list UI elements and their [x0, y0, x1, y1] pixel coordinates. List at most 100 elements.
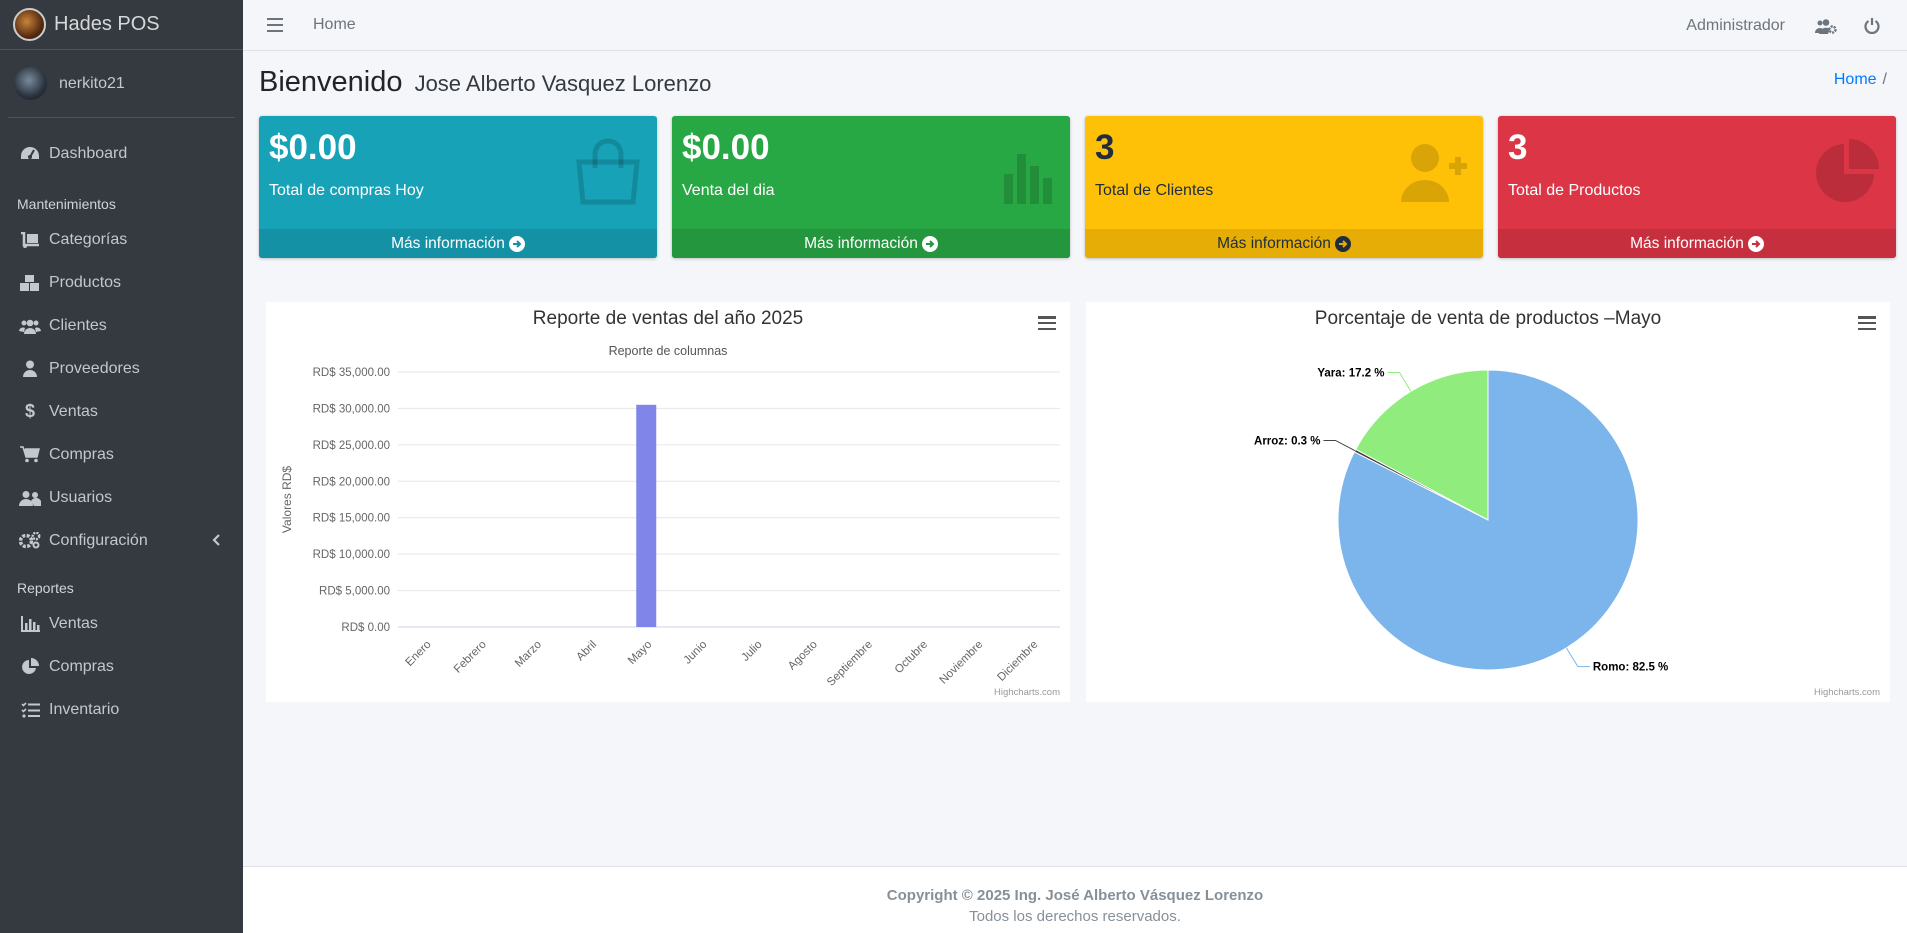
breadcrumb-home[interactable]: Home [1834, 71, 1877, 88]
sidebar-item-usuarios[interactable]: Usuarios [0, 476, 243, 519]
x-tick-label: Agosto [786, 639, 820, 673]
box-value: 3 [1508, 128, 1528, 167]
chart-credit[interactable]: Highcharts.com [1814, 687, 1880, 698]
user-icon [19, 360, 41, 378]
sidebar-item-label: Ventas [49, 402, 98, 420]
y-tick-label: RD$ 35,000.00 [313, 367, 390, 379]
sidebar-item-inventario[interactable]: Inventario [0, 688, 243, 731]
user-panel[interactable]: nerkito21 [8, 50, 235, 118]
sidebar-item-label: Ventas [49, 614, 98, 632]
small-box-ventas: $0.00 Venta del dia Más información [672, 116, 1070, 258]
x-tick-label: Julio [739, 639, 764, 664]
bar-chart-icon [19, 615, 41, 633]
arrow-circle-right-icon [1334, 235, 1351, 252]
sidebar-nav: Dashboard [0, 118, 243, 176]
sidebar-item-ventas[interactable]: $ Ventas [0, 390, 243, 433]
y-tick-label: RD$ 10,000.00 [313, 549, 390, 561]
y-axis-title: Valores RD$ [280, 466, 294, 533]
chevron-left-icon [212, 533, 221, 546]
pie-chart-icon [19, 657, 41, 676]
sidebar-item-reporte-ventas[interactable]: Ventas [0, 602, 243, 645]
sidebar-item-configuracion[interactable]: Configuración [0, 519, 243, 562]
pie-connector [1387, 372, 1412, 392]
page-title: Bienvenido Jose Alberto Vasquez Lorenzo [259, 66, 711, 99]
tasks-icon [19, 701, 41, 719]
box-link-label: Más información [1217, 234, 1331, 252]
nav-home-link[interactable]: Home [313, 16, 356, 34]
box-label: Total de compras Hoy [269, 182, 424, 199]
box-label: Total de Clientes [1095, 182, 1214, 199]
sidebar-item-label: Proveedores [49, 359, 140, 377]
pie-connector [1323, 439, 1356, 452]
avatar [14, 67, 47, 100]
sidebar-item-label: Usuarios [49, 488, 113, 506]
sidebar-item-proveedores[interactable]: Proveedores [0, 347, 243, 390]
user-plus-icon [1399, 136, 1469, 206]
sidebar-item-reporte-compras[interactable]: Compras [0, 645, 243, 688]
power-off-icon[interactable] [1861, 17, 1883, 35]
box-more-info-link[interactable]: Más información [1498, 229, 1896, 258]
sidebar-item-compras[interactable]: Compras [0, 433, 243, 476]
arrow-circle-right-icon [921, 235, 938, 252]
sidebar-nav-mantenimientos: Categorías Productos Clientes Proveedore… [0, 218, 243, 562]
sidebar-item-label: Configuración [49, 531, 148, 549]
box-more-info-link[interactable]: Más información [259, 229, 657, 258]
box-label: Venta del dia [682, 182, 775, 199]
x-tick-label: Junio [682, 639, 710, 667]
x-tick-label: Mayo [626, 639, 654, 667]
users-icon [19, 317, 41, 335]
page-subtitle: Jose Alberto Vasquez Lorenzo [414, 71, 712, 96]
sidebar-item-productos[interactable]: Productos [0, 261, 243, 304]
box-more-info-link[interactable]: Más información [672, 229, 1070, 258]
arrow-circle-right-icon [508, 235, 525, 252]
user-role-label[interactable]: Administrador [1686, 17, 1785, 35]
dollar-icon: $ [24, 401, 35, 421]
shopping-bag-icon [573, 136, 643, 206]
x-tick-label: Septiembre [825, 639, 875, 689]
breadcrumb: Home / [1834, 71, 1887, 89]
sidebar-item-label: Categorías [49, 230, 128, 248]
sidebar-item-label: Inventario [49, 700, 120, 718]
nav-header-mantenimientos: Mantenimientos [17, 196, 116, 212]
small-box-productos: 3 Total de Productos Más información [1498, 116, 1896, 258]
pie-chart: Yara: 17.2 % Arroz: 0.3 % Romo: 82.5 % [1254, 368, 1668, 674]
brand-link[interactable]: Hades POS [0, 0, 243, 50]
boxes-icon [19, 274, 41, 292]
chart-credit[interactable]: Highcharts.com [994, 687, 1060, 698]
user-name[interactable]: nerkito21 [59, 75, 125, 93]
pie-chart-icon [1812, 136, 1882, 206]
pie-connector [1565, 647, 1590, 668]
footer: Copyright © 2025 Ing. José Alberto Vásqu… [243, 866, 1907, 933]
sidebar-item-categorias[interactable]: Categorías [0, 218, 243, 261]
sidebar-item-label: Compras [49, 657, 114, 675]
bar-chart: RD$ 35,000.00 RD$ 30,000.00 RD$ 25,000.00 R… [280, 367, 1060, 689]
pie-data-label: Arroz: 0.3 % [1254, 435, 1320, 447]
small-box-compras: $0.00 Total de compras Hoy Más informaci… [259, 116, 657, 258]
bar-chart-icon [986, 136, 1056, 206]
cart-icon [19, 446, 41, 464]
menu-toggle-icon[interactable] [267, 18, 283, 32]
x-tick-label: Octubre [893, 639, 930, 676]
sidebar-item-dashboard[interactable]: Dashboard [0, 132, 243, 176]
footer-rights: Todos los derechos reservados. [969, 908, 1181, 925]
sidebar-item-clientes[interactable]: Clientes [0, 304, 243, 347]
box-link-label: Más información [804, 234, 918, 252]
arrow-circle-right-icon [1747, 235, 1764, 252]
product-pie-chart-card: Porcentaje de venta de productos –Mayo Y… [1086, 302, 1890, 702]
y-tick-label: RD$ 5,000.00 [319, 586, 390, 598]
x-tick-label: Abril [574, 639, 599, 664]
x-tick-label: Noviembre [938, 639, 986, 687]
tachometer-icon [19, 145, 41, 163]
nav-header-reportes: Reportes [17, 580, 74, 596]
x-tick-label: Febrero [452, 639, 489, 676]
box-link-label: Más información [391, 234, 505, 252]
users-cog-icon[interactable] [1815, 17, 1837, 35]
y-tick-label: RD$ 0.00 [341, 622, 390, 634]
small-box-clientes: 3 Total de Clientes Más información [1085, 116, 1483, 258]
sidebar-item-label: Compras [49, 445, 114, 463]
box-value: $0.00 [269, 128, 357, 167]
box-more-info-link[interactable]: Más información [1085, 229, 1483, 258]
x-tick-label: Marzo [513, 639, 544, 670]
bar[interactable] [636, 404, 657, 627]
box-label: Total de Productos [1508, 182, 1641, 199]
